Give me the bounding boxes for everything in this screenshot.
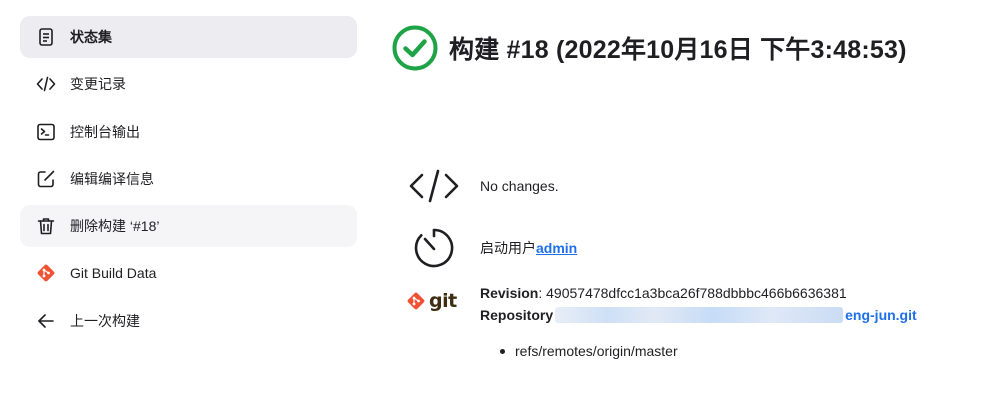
sidebar-item-label: 状态集 [70, 29, 112, 45]
timer-icon [406, 226, 462, 270]
git-icon [35, 262, 57, 284]
started-by-row: 启动用户admin [406, 226, 577, 270]
sidebar-item-status[interactable]: 状态集 [20, 16, 357, 58]
repository-link[interactable]: eng-jun.git [845, 307, 917, 323]
git-logo-text: git [429, 290, 457, 312]
success-check-icon [391, 24, 439, 72]
repository-line: Repository eng-jun.git [480, 304, 960, 326]
started-by-prefix: 启动用户 [480, 240, 536, 256]
redacted-url [555, 307, 844, 323]
git-logo: git [406, 290, 457, 312]
arrow-left-icon [35, 310, 57, 332]
page-header: 构建 #18 (2022年10月16日 下午3:48:53) [391, 24, 907, 72]
revision-label: Revision [480, 285, 539, 301]
list-item: refs/remotes/origin/master [500, 343, 678, 359]
sidebar-item-label: Git Build Data [70, 265, 157, 282]
page-title: 构建 #18 (2022年10月16日 下午3:48:53) [449, 36, 907, 64]
sidebar-item-label: 删除构建 ‘#18’ [70, 218, 160, 235]
code-icon [406, 166, 462, 206]
started-by-text: 启动用户admin [480, 238, 577, 258]
sidebar-item-console[interactable]: 控制台输出 [20, 111, 357, 153]
changes-text: No changes. [480, 178, 559, 194]
code-icon [35, 73, 57, 95]
sidebar-item-label: 变更记录 [70, 76, 126, 93]
sidebar-item-delete-build[interactable]: 删除构建 ‘#18’ [20, 205, 357, 248]
git-icon [407, 292, 425, 310]
sidebar-item-label: 控制台输出 [70, 123, 140, 140]
revision-value: : 49057478dfcc1a3bca26f788dbbbc466b66363… [538, 285, 847, 301]
edit-icon [35, 168, 57, 190]
changes-row: No changes. [406, 166, 559, 206]
revision-line: Revision: 49057478dfcc1a3bca26f788dbbbc4… [480, 282, 960, 304]
ref-text: refs/remotes/origin/master [515, 343, 678, 359]
sidebar-item-git-build-data[interactable]: Git Build Data [20, 252, 357, 294]
sidebar-item-changes[interactable]: 变更记录 [20, 63, 357, 105]
sidebar-item-label: 上一次构建 [70, 312, 140, 329]
document-icon [35, 26, 57, 48]
sidebar: 状态集 变更记录 控制台输出 编辑编译信息 删除构建 ‘#18’ Git Bui… [20, 16, 357, 347]
sidebar-item-edit-info[interactable]: 编辑编译信息 [20, 158, 357, 200]
user-link[interactable]: admin [536, 240, 577, 256]
trash-icon [35, 215, 57, 237]
repository-label: Repository [480, 307, 554, 323]
sidebar-item-previous-build[interactable]: 上一次构建 [20, 300, 357, 342]
terminal-icon [35, 121, 57, 143]
sidebar-item-label: 编辑编译信息 [70, 170, 154, 187]
git-details: Revision: 49057478dfcc1a3bca26f788dbbbc4… [480, 282, 960, 326]
bullet [500, 348, 505, 354]
